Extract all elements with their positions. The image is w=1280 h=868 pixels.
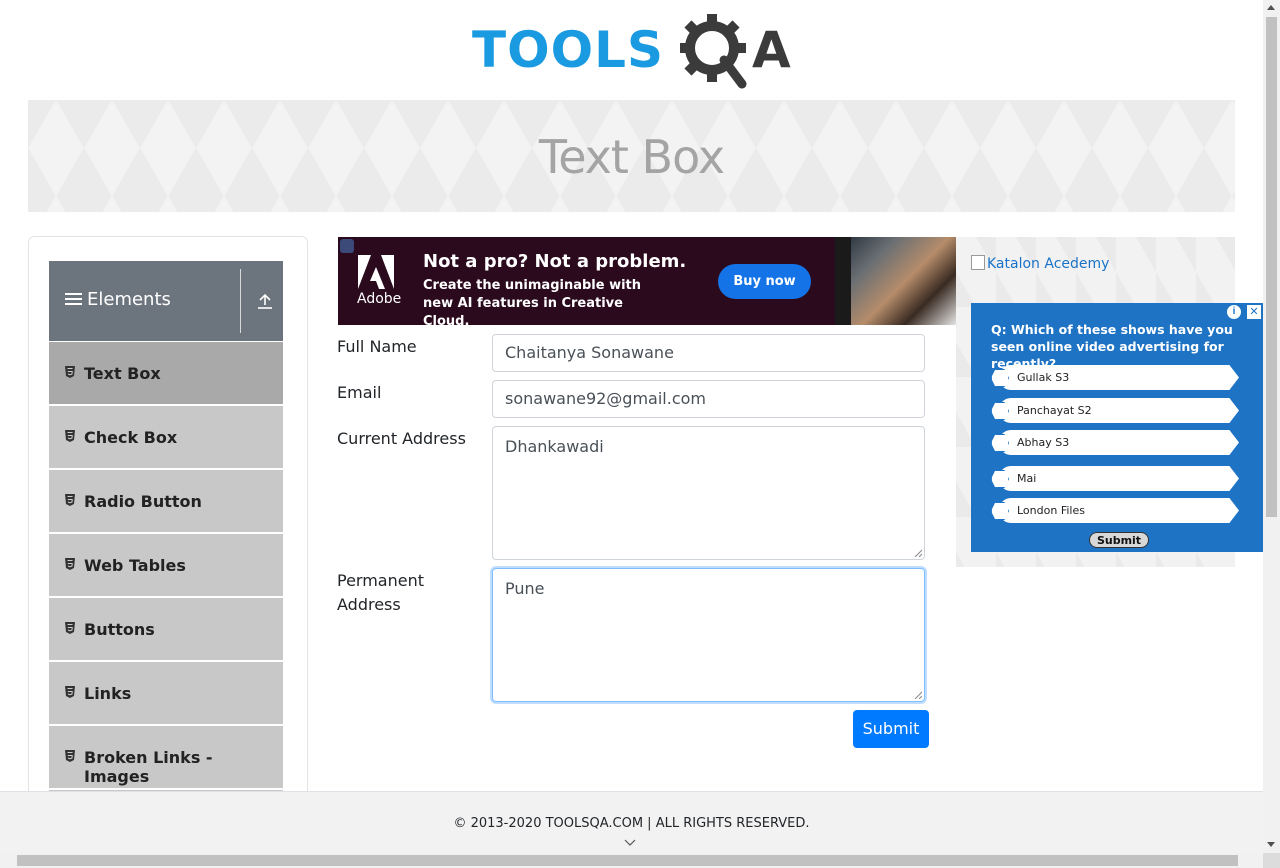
adobe-ad-banner[interactable]: Adobe Not a pro? Not a problem. Create t… bbox=[338, 237, 956, 325]
sidebar-item-radio-button[interactable]: Radio Button bbox=[49, 470, 283, 532]
scroll-up-arrow-icon[interactable] bbox=[1267, 5, 1275, 10]
sidebar-item-label: Buttons bbox=[84, 620, 155, 639]
ad-photo bbox=[835, 237, 956, 325]
email-value: sonawane92@gmail.com bbox=[505, 389, 706, 408]
close-icon[interactable]: ✕ bbox=[1247, 305, 1261, 319]
sidebar-item-buttons[interactable]: Buttons bbox=[49, 598, 283, 660]
current-address-textarea[interactable]: Dhankawadi bbox=[492, 426, 925, 560]
logo-text-a: A bbox=[752, 21, 791, 79]
html5-icon bbox=[65, 430, 75, 442]
current-address-value: Dhankawadi bbox=[505, 437, 604, 456]
survey-option[interactable]: Mai bbox=[999, 466, 1239, 491]
email-label: Email bbox=[337, 383, 382, 402]
sidebar-item-label: Broken Links - Images bbox=[84, 748, 213, 786]
ad-headline: Not a pro? Not a problem. bbox=[423, 251, 687, 272]
collapse-upload-icon[interactable] bbox=[256, 293, 274, 311]
katalon-ad-image[interactable]: Katalon Acedemy bbox=[971, 255, 1109, 272]
sidebar-item-text-box[interactable]: Text Box bbox=[49, 342, 283, 404]
broken-image-icon bbox=[971, 255, 985, 270]
survey-question: Q: Which of these shows have you seen on… bbox=[991, 322, 1233, 371]
html5-icon bbox=[65, 366, 75, 378]
ad-subtext: Create the unimaginable with new AI feat… bbox=[423, 278, 642, 325]
html5-icon bbox=[65, 558, 75, 570]
html5-icon bbox=[65, 494, 75, 506]
info-icon[interactable]: i bbox=[1227, 305, 1241, 319]
survey-option[interactable]: Panchayat S2 bbox=[999, 398, 1239, 423]
scrollbar-corner bbox=[1263, 853, 1280, 868]
sidebar-item-label: Text Box bbox=[84, 364, 161, 383]
scroll-down-arrow-icon[interactable] bbox=[1267, 842, 1275, 847]
adobe-brand-label: Adobe bbox=[357, 291, 402, 307]
vertical-scrollbar[interactable] bbox=[1263, 0, 1280, 853]
ad-toolstrip bbox=[835, 237, 851, 325]
sidebar-item-label: Web Tables bbox=[84, 556, 186, 575]
copyright-text: © 2013-2020 TOOLSQA.COM | ALL RIGHTS RES… bbox=[453, 816, 810, 831]
html5-icon bbox=[65, 686, 75, 698]
permanent-address-label: Permanent Address bbox=[337, 571, 425, 614]
survey-ad: i ✕ Q: Which of these shows have you see… bbox=[971, 303, 1263, 552]
group-title: Elements bbox=[65, 289, 171, 310]
sidebar-item-links[interactable]: Links bbox=[49, 662, 283, 724]
submit-button[interactable]: Submit bbox=[853, 710, 929, 748]
survey-submit-button[interactable]: Submit bbox=[1089, 532, 1149, 548]
footer: © 2013-2020 TOOLSQA.COM | ALL RIGHTS RES… bbox=[0, 791, 1263, 854]
full-name-label: Full Name bbox=[337, 337, 417, 356]
toolsqa-logo[interactable]: TOOLS A bbox=[472, 14, 796, 92]
resize-handle-icon[interactable] bbox=[914, 549, 922, 557]
permanent-address-textarea[interactable]: Pune bbox=[492, 568, 925, 702]
left-panel: Elements Text Box Check Box Radio Button… bbox=[28, 236, 308, 852]
sidebar-item-label: Links bbox=[84, 684, 132, 703]
full-name-input[interactable]: Chaitanya Sonawane bbox=[492, 334, 925, 372]
horizontal-scroll-thumb[interactable] bbox=[17, 855, 1238, 866]
katalon-alt-text: Katalon Acedemy bbox=[987, 256, 1110, 272]
buy-now-button[interactable]: Buy now bbox=[718, 264, 811, 299]
adobe-brand-block: Adobe bbox=[338, 237, 418, 325]
logo-text-tools: TOOLS bbox=[472, 21, 664, 79]
sidebar-item-broken-links[interactable]: Broken Links - Images bbox=[49, 726, 283, 788]
sidebar-item-check-box[interactable]: Check Box bbox=[49, 406, 283, 468]
survey-option[interactable]: London Files bbox=[999, 498, 1239, 523]
page-banner: Text Box bbox=[28, 100, 1235, 212]
resize-handle-icon[interactable] bbox=[914, 691, 922, 699]
email-input[interactable]: sonawane92@gmail.com bbox=[492, 380, 925, 418]
sidebar-item-label: Radio Button bbox=[84, 492, 202, 511]
adobe-logo-icon bbox=[358, 255, 394, 289]
current-address-label: Current Address bbox=[337, 429, 466, 448]
sidebar-item-label: Check Box bbox=[84, 428, 178, 447]
full-name-value: Chaitanya Sonawane bbox=[505, 343, 674, 362]
horizontal-scrollbar[interactable] bbox=[0, 853, 1263, 868]
html5-icon bbox=[65, 622, 75, 634]
survey-option[interactable]: Gullak S3 bbox=[999, 365, 1239, 390]
ad-choices-icon[interactable] bbox=[340, 239, 354, 253]
hamburger-icon bbox=[65, 293, 82, 306]
vertical-scroll-thumb[interactable] bbox=[1266, 17, 1277, 517]
group-header-elements[interactable]: Elements bbox=[49, 261, 283, 341]
gear-magnifier-icon bbox=[680, 14, 747, 89]
survey-option[interactable]: Abhay S3 bbox=[999, 430, 1239, 455]
sidebar-item-web-tables[interactable]: Web Tables bbox=[49, 534, 283, 596]
html5-icon bbox=[65, 750, 75, 762]
header-divider bbox=[240, 269, 241, 333]
group-title-label: Elements bbox=[87, 289, 171, 310]
permanent-address-value: Pune bbox=[505, 579, 545, 598]
page-title: Text Box bbox=[538, 130, 725, 184]
chevron-down-icon[interactable] bbox=[624, 839, 636, 847]
